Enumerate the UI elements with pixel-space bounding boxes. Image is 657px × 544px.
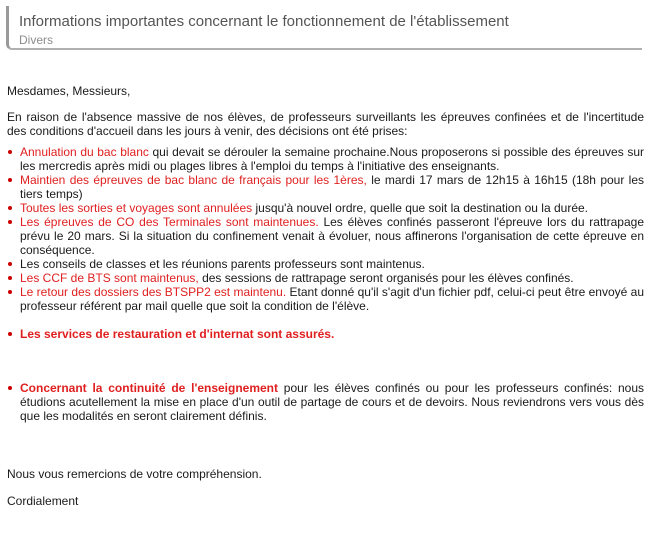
list-item-bac-francais: Maintien des épreuves de bac blanc de fr… [7,173,644,201]
notice-category: Divers [19,33,54,47]
item-highlight: Concernant la continuité de l'enseigneme… [20,381,279,395]
greeting: Mesdames, Messieurs, [7,84,131,98]
notice-header: Informations importantes concernant le f… [6,6,642,50]
thanks-line: Nous vous remercions de votre compréhens… [7,467,262,481]
item-highlight: Toutes les sorties et voyages sont annul… [20,201,253,215]
notice-body: Mesdames, Messieurs, En raison de l'abse… [7,84,644,508]
item-highlight: Annulation du bac blanc [20,145,149,159]
decision-list: Annulation du bac blanc qui devait se dé… [7,145,644,423]
list-item-ccf-bts: Les CCF de BTS sont maintenus, des sessi… [7,271,644,285]
item-text: Les conseils de classes et les réunions … [20,257,425,271]
item-text: des sessions de rattrapage seront organi… [198,271,574,285]
item-highlight: Le retour des dossiers des BTSPP2 est ma… [20,285,287,299]
notice-title: Informations importantes concernant le f… [19,13,509,30]
list-item-epreuves-co: Les épreuves de CO des Terminales sont m… [7,215,644,257]
list-item-continuite: Concernant la continuité de l'enseigneme… [7,381,644,423]
list-item-conseils: Les conseils de classes et les réunions … [7,257,644,271]
item-highlight: Les CCF de BTS sont maintenus, [20,271,199,285]
item-highlight: Les services de restauration et d'intern… [20,327,335,341]
list-item-bac-blanc: Annulation du bac blanc qui devait se dé… [7,145,644,173]
list-item-btspp2: Le retour des dossiers des BTSPP2 est ma… [7,285,644,313]
item-highlight: Les épreuves de CO des Terminales sont m… [20,215,319,229]
item-highlight: Maintien des épreuves de bac blanc de fr… [20,173,367,187]
closing-line: Cordialement [7,494,79,508]
intro-paragraph: En raison de l'absence massive de nos él… [7,110,644,138]
list-item-restauration: Les services de restauration et d'intern… [7,327,644,341]
item-text: jusqu'à nouvel ordre, quelle que soit la… [252,201,588,215]
list-item-sorties: Toutes les sorties et voyages sont annul… [7,201,644,215]
